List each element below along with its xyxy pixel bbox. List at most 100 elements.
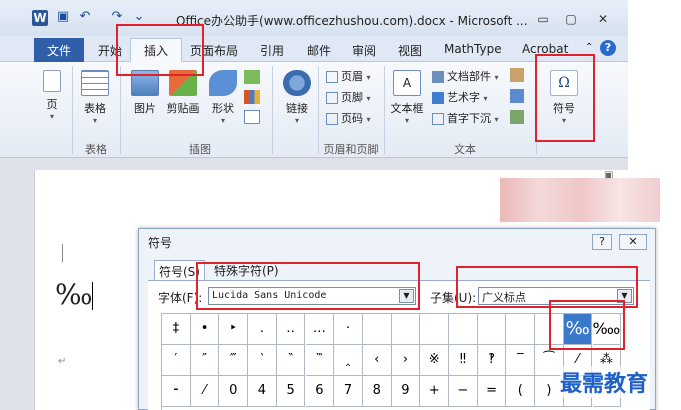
symbol-cell[interactable] — [420, 314, 449, 345]
close-button[interactable]: ✕ — [592, 12, 614, 30]
link-label: 链接 — [286, 102, 308, 115]
group-label-header-footer: 页眉和页脚 — [323, 143, 379, 156]
page-icon — [43, 70, 61, 92]
dialog-close-button[interactable]: ✕ — [619, 234, 647, 250]
highlight-insert-tab — [116, 24, 204, 76]
group-label-table: 表格 — [85, 143, 107, 156]
symbol-cell[interactable]: ‡ — [162, 314, 191, 345]
watermark-text: 最需教育 — [560, 366, 649, 398]
page-number-icon — [326, 113, 338, 125]
wordart-button[interactable]: 艺术字 ▾ — [432, 89, 488, 105]
tab-references[interactable]: 引用 — [260, 40, 284, 62]
ribbon-separator — [120, 66, 121, 154]
symbol-cell[interactable]: ‧ — [334, 314, 363, 345]
symbol-cell[interactable]: ″ — [190, 345, 220, 376]
dropdown-arrow-icon: ▾ — [220, 116, 225, 125]
dropdown-arrow-icon: ▾ — [483, 94, 488, 103]
picture-button[interactable]: 图片 — [128, 70, 162, 116]
tab-file[interactable]: 文件 — [34, 38, 84, 62]
symbol-cell[interactable]: 5 — [276, 376, 306, 407]
symbol-cell[interactable]: ‴ — [219, 345, 249, 376]
symbol-cell[interactable]: 6 — [305, 376, 335, 407]
symbol-cell[interactable]: • — [190, 314, 220, 345]
smartart-icon[interactable] — [244, 70, 260, 84]
symbol-cell[interactable]: ※ — [420, 345, 449, 376]
footer-button[interactable]: 页脚 ▾ — [326, 89, 371, 105]
symbol-cell[interactable] — [449, 314, 478, 345]
help-icon[interactable]: ? — [600, 40, 616, 56]
signature-line-icon[interactable] — [510, 68, 524, 82]
symbol-cell[interactable]: ‸ — [334, 345, 363, 376]
pixelated-redaction — [500, 178, 660, 222]
wordart-icon — [432, 92, 444, 104]
undo-icon[interactable]: ↶ — [76, 9, 94, 27]
header-label: 页眉 — [341, 70, 363, 83]
symbol-cell[interactable]: ‣ — [219, 314, 249, 345]
dropdown-arrow-icon: ▾ — [494, 73, 499, 82]
shapes-button[interactable]: 形状 ▾ — [206, 70, 240, 125]
ribbon-separator — [72, 66, 73, 154]
date-time-icon[interactable] — [510, 89, 524, 103]
paragraph-mark-icon: ↵ — [58, 356, 67, 367]
table-button[interactable]: 表格 ▾ — [78, 70, 112, 125]
dropcap-button[interactable]: 首字下沉 ▾ — [432, 110, 499, 126]
tab-mathtype[interactable]: MathType — [444, 40, 502, 62]
dropdown-arrow-icon: ▾ — [92, 116, 97, 125]
pages-button[interactable]: 页 ▾ — [38, 70, 66, 121]
screenshot-icon[interactable] — [244, 110, 260, 124]
dropdown-arrow-icon: ▾ — [366, 73, 371, 82]
restore-button[interactable]: ▢ — [560, 12, 582, 30]
ribbon-collapse-icon[interactable]: ⌃ — [585, 42, 593, 53]
symbol-cell[interactable]: 0 — [219, 376, 249, 407]
symbol-cell[interactable]: ( — [506, 376, 536, 407]
symbol-cell[interactable]: … — [305, 314, 335, 345]
symbol-cell[interactable]: ⁃ — [162, 376, 191, 407]
symbol-cell[interactable]: 7 — [334, 376, 363, 407]
text-cursor — [92, 282, 93, 310]
tab-review[interactable]: 审阅 — [352, 40, 376, 62]
symbol-cell[interactable]: ‼ — [449, 345, 478, 376]
word-app-icon[interactable]: W — [32, 10, 48, 26]
symbol-cell[interactable]: ‶ — [276, 345, 306, 376]
clipart-button[interactable]: 剪贴画 — [164, 70, 202, 116]
page-number-button[interactable]: 页码 ▾ — [326, 110, 371, 126]
symbol-cell[interactable]: ‽ — [477, 345, 507, 376]
minimize-button[interactable]: ▭ — [532, 12, 554, 30]
chart-icon[interactable] — [244, 90, 260, 104]
symbol-cell[interactable]: ‷ — [305, 345, 335, 376]
symbol-cell[interactable]: ′ — [162, 345, 191, 376]
symbol-cell[interactable]: ‥ — [276, 314, 306, 345]
symbol-cell[interactable] — [362, 314, 392, 345]
symbol-cell[interactable]: ‾ — [506, 345, 536, 376]
symbol-cell[interactable]: 4 — [248, 376, 277, 407]
dropdown-arrow-icon: ▾ — [366, 115, 371, 124]
pages-label: 页 — [46, 98, 58, 111]
symbol-cell[interactable] — [477, 314, 507, 345]
header-button[interactable]: 页眉 ▾ — [326, 68, 371, 84]
symbol-cell[interactable]: − — [449, 376, 478, 407]
footer-label: 页脚 — [341, 91, 363, 104]
symbol-cell[interactable] — [506, 314, 536, 345]
symbol-cell[interactable]: ‹ — [362, 345, 392, 376]
symbol-cell[interactable]: 9 — [391, 376, 421, 407]
symbol-cell[interactable]: = — [477, 376, 507, 407]
symbol-cell[interactable]: ‵ — [248, 345, 277, 376]
document-text[interactable]: ‰ — [55, 278, 93, 311]
symbol-cell[interactable]: › — [391, 345, 421, 376]
symbol-cell[interactable]: ․ — [248, 314, 277, 345]
table-label: 表格 — [84, 102, 106, 115]
symbol-cell[interactable]: + — [420, 376, 449, 407]
textbox-button[interactable]: A 文本框 ▾ — [388, 70, 426, 125]
link-button[interactable]: 链接 ▾ — [280, 70, 314, 125]
group-label-illustrations: 插图 — [189, 143, 211, 156]
symbol-cell[interactable] — [391, 314, 421, 345]
symbol-cell[interactable]: ⁄ — [190, 376, 220, 407]
tab-view[interactable]: 视图 — [398, 40, 422, 62]
shapes-icon — [209, 70, 237, 96]
object-icon[interactable] — [510, 110, 524, 124]
save-icon[interactable]: ▣ — [54, 9, 72, 27]
dialog-help-button[interactable]: ? — [592, 234, 612, 250]
symbol-cell[interactable]: 8 — [362, 376, 392, 407]
doc-parts-button[interactable]: 文档部件 ▾ — [432, 68, 499, 84]
tab-mailings[interactable]: 邮件 — [307, 40, 331, 62]
